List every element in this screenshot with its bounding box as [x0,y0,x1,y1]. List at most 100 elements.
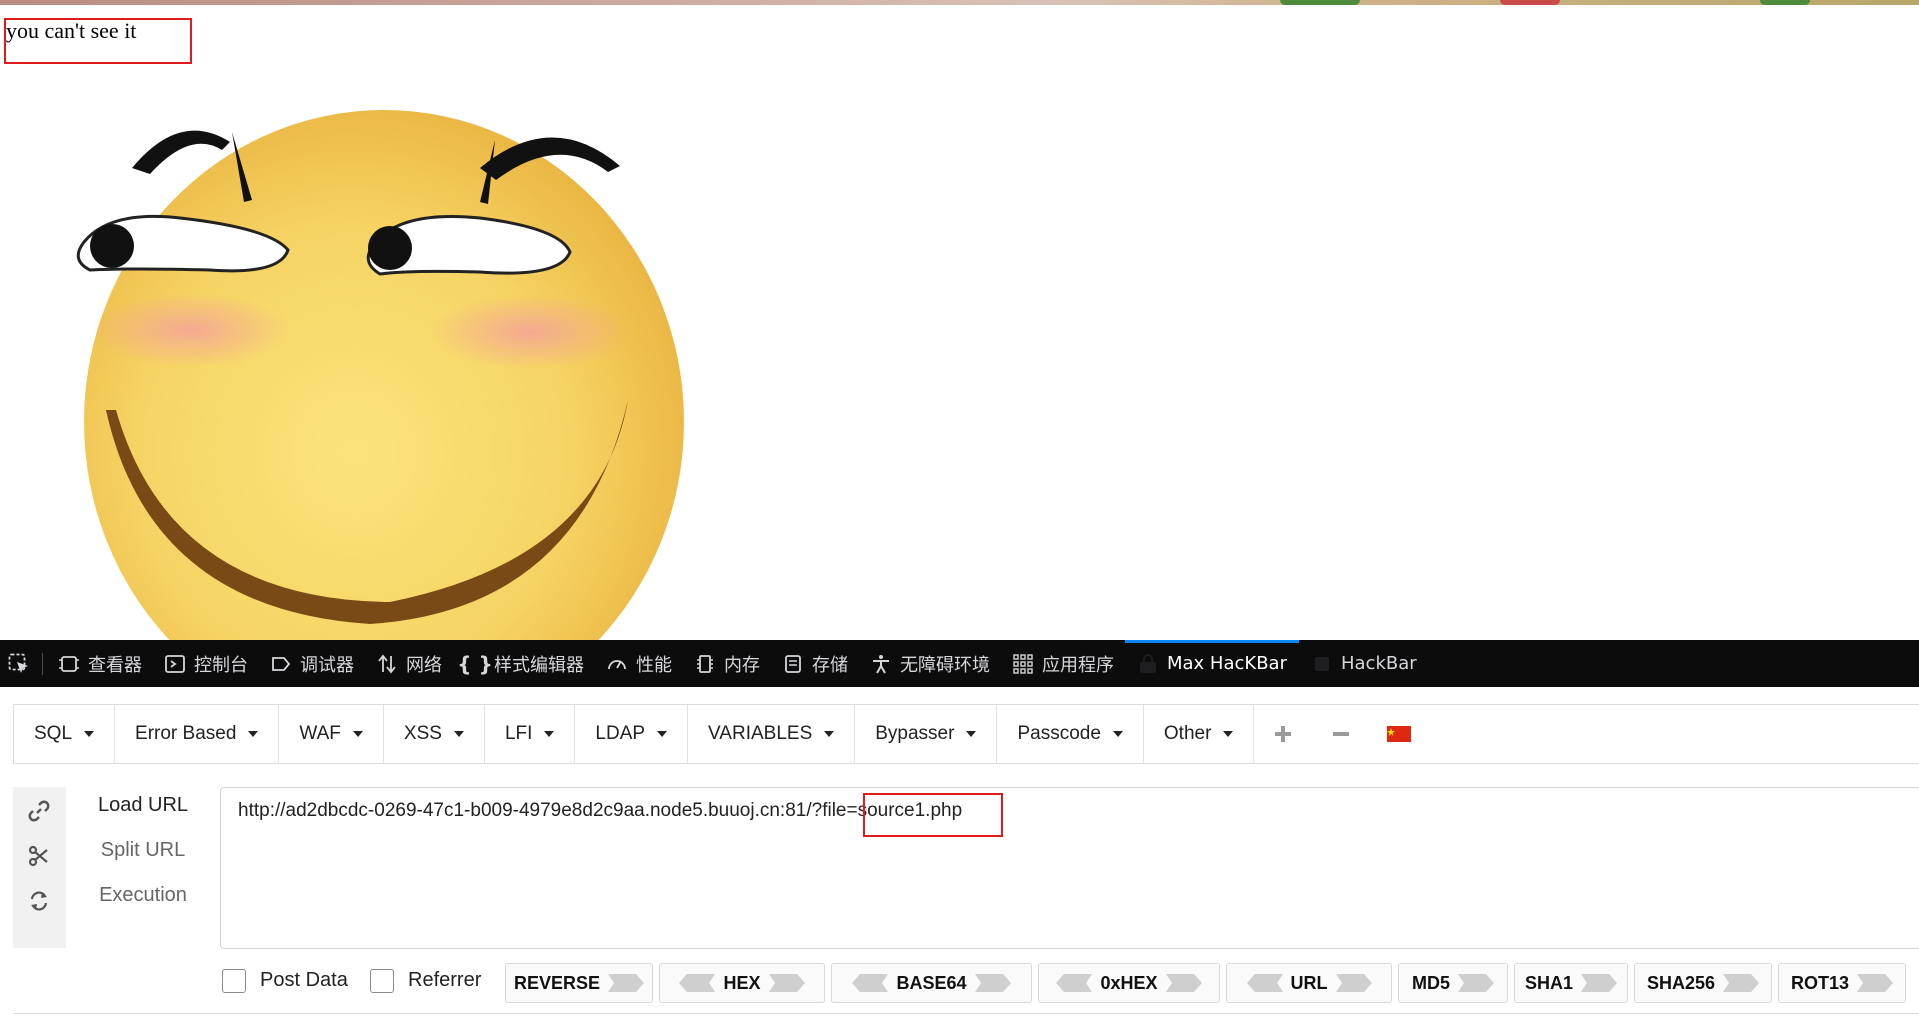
tab-network[interactable]: 网络 [365,640,453,687]
arrow-right-icon [974,974,1011,992]
hex-label: HEX [723,972,761,993]
refresh-icon[interactable] [25,887,53,915]
menu-other-label: Other [1163,723,1212,744]
arrow-right-icon [1335,974,1372,992]
accessibility-icon [870,653,892,675]
reverse-button[interactable]: REVERSE [505,963,653,1003]
tab-accessibility[interactable]: 无障碍环境 [859,640,1001,687]
rot13-label: ROT13 [1790,972,1850,993]
referrer-checkbox[interactable] [370,969,394,993]
hackbar-icon [1311,653,1333,675]
caret-down-icon [966,731,977,737]
sha1-label: SHA1 [1524,972,1573,993]
inspector-icon [58,653,80,675]
url-encode-label: URL [1290,972,1328,993]
add-button[interactable] [1254,705,1312,763]
arrow-right-icon [1165,974,1202,992]
menu-passcode[interactable]: Passcode [997,705,1144,763]
arrow-right-icon [768,974,805,992]
split-url-button[interactable]: Split URL [66,839,220,862]
debugger-icon [270,653,292,675]
menu-passcode-label: Passcode [1017,723,1101,744]
sha1-button[interactable]: SHA1 [1514,963,1628,1003]
tab-inspector[interactable]: 查看器 [47,640,153,687]
menu-sql-label: SQL [34,723,73,744]
tab-style-editor-label: 样式编辑器 [494,654,584,676]
arrow-left-icon [1056,974,1093,992]
tab-application-label: 应用程序 [1042,654,1114,676]
tab-memory[interactable]: 内存 [683,640,771,687]
md5-button[interactable]: MD5 [1398,963,1508,1003]
plus-icon [1275,726,1292,742]
tab-hackbar[interactable]: HackBar [1299,640,1429,687]
caret-down-icon [453,731,464,737]
caret-down-icon [248,731,259,737]
tab-debugger-label: 调试器 [300,654,354,676]
panel-bottom-border [13,1013,1919,1014]
language-button[interactable] [1370,705,1428,763]
tab-debugger[interactable]: 调试器 [259,640,365,687]
sha256-button[interactable]: SHA256 [1634,963,1772,1003]
menu-ldap[interactable]: LDAP [575,705,689,763]
post-data-checkbox[interactable] [222,969,246,993]
menu-error-based-label: Error Based [135,723,237,744]
caret-down-icon [1223,731,1234,737]
tab-network-label: 网络 [406,654,442,676]
menu-bypasser-label: Bypasser [875,723,955,744]
devtools-toolbar: 查看器 控制台 调试器 网络 { } 样式编辑器 性能 内存 存储 无障碍环境 … [0,640,1919,687]
base64-button[interactable]: BASE64 [831,963,1032,1003]
caret-down-icon [352,731,363,737]
menu-error-based[interactable]: Error Based [115,705,280,763]
url-text[interactable]: http://ad2dbcdc-0269-47c1-b009-4979e8d2c… [238,800,962,822]
element-picker-button[interactable] [0,640,38,687]
0xhex-button[interactable]: 0xHEX [1038,963,1220,1003]
menu-waf[interactable]: WAF [279,705,384,763]
action-icon-column [13,787,66,948]
scissors-icon[interactable] [25,842,53,870]
china-flag-icon [1387,726,1412,742]
caret-down-icon [84,731,95,737]
execution-button[interactable]: Execution [66,884,220,907]
remove-button[interactable] [1312,705,1370,763]
url-param-highlight [863,793,1003,837]
tab-max-hackbar[interactable]: Max HacKBar [1125,640,1299,687]
minus-icon [1333,732,1350,736]
menu-lfi-label: LFI [504,723,533,744]
0xhex-label: 0xHEX [1100,972,1158,993]
tab-application[interactable]: 应用程序 [1001,640,1125,687]
tab-performance[interactable]: 性能 [595,640,683,687]
caret-down-icon [657,731,668,737]
caret-down-icon [824,731,835,737]
menu-variables-label: VARIABLES [708,723,813,744]
network-icon [376,653,398,675]
post-data-label: Post Data [260,969,348,991]
tab-memory-label: 内存 [724,654,760,676]
element-picker-icon [8,653,30,675]
url-encode-button[interactable]: URL [1226,963,1392,1003]
menu-xss[interactable]: XSS [384,705,485,763]
menu-xss-label: XSS [403,723,442,744]
caret-down-icon [1112,731,1123,737]
rot13-button[interactable]: ROT13 [1778,963,1906,1003]
menu-other[interactable]: Other [1144,705,1255,763]
hackbar-menu-bar: SQL Error Based WAF XSS LFI LDAP VARIABL… [13,704,1919,764]
tab-storage-label: 存储 [812,654,848,676]
reverse-label: REVERSE [513,972,601,993]
console-icon [164,653,186,675]
storage-icon [782,653,804,675]
menu-lfi[interactable]: LFI [485,705,576,763]
arrow-right-icon [1857,974,1894,992]
menu-variables[interactable]: VARIABLES [688,705,856,763]
link-icon[interactable] [25,797,53,825]
load-url-button[interactable]: Load URL [66,794,220,817]
tab-storage[interactable]: 存储 [771,640,859,687]
tab-style-editor[interactable]: { } 样式编辑器 [453,640,595,687]
style-editor-icon: { } [457,651,493,676]
hex-button[interactable]: HEX [659,963,825,1003]
application-icon [1012,653,1034,675]
tab-console[interactable]: 控制台 [153,640,259,687]
page-text: you can't see it [6,18,137,43]
menu-bypasser[interactable]: Bypasser [855,705,998,763]
menu-sql[interactable]: SQL [14,705,116,763]
arrow-left-icon [1246,974,1283,992]
